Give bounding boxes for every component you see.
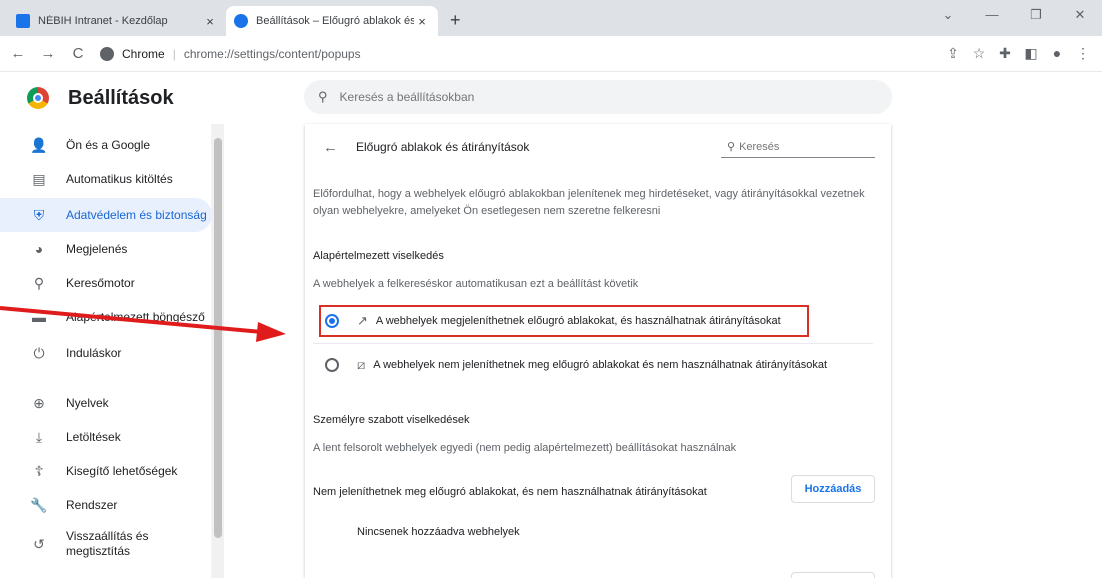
power-icon: ⏻ <box>33 344 45 361</box>
sidebar-item-label: Automatikus kitöltés <box>66 172 173 186</box>
accessibility-icon: ☦ <box>34 462 44 479</box>
wrench-icon: 🔧 <box>30 496 48 513</box>
restore-button[interactable]: ❐ <box>1014 0 1058 36</box>
sidebar-item-privacy[interactable]: ⛨ Adatvédelem és biztonság <box>0 198 212 232</box>
sidebar-item-label: Rendszer <box>66 498 118 512</box>
red-annotation-arrow-icon <box>0 306 286 342</box>
side-panel-icon[interactable]: ◧ <box>1018 45 1044 62</box>
search-input[interactable] <box>339 90 892 104</box>
description-text: Előfordulhat, hogy a webhelyek előugró a… <box>313 188 865 217</box>
globe-icon: ⊕ <box>33 394 45 411</box>
sidebar-item-label: Letöltések <box>66 430 121 444</box>
tab-title: NÉBIH Intranet - Kezdőlap <box>38 15 168 27</box>
menu-kebab-icon[interactable]: ⋮ <box>1070 45 1096 62</box>
subpage-title: Előugró ablakok és átirányítások <box>356 140 530 154</box>
window-controls: ⌄ — ❐ ✕ <box>926 0 1102 36</box>
close-icon[interactable]: × <box>414 14 430 29</box>
forward-button[interactable]: → <box>36 45 60 62</box>
minimize-button[interactable]: — <box>970 0 1014 36</box>
chrome-site-icon <box>100 46 114 61</box>
window-close-button[interactable]: ✕ <box>1058 0 1102 36</box>
search-icon: ⚲ <box>318 89 328 104</box>
tab-nebih-intranet[interactable]: NÉBIH Intranet - Kezdőlap × <box>8 6 226 36</box>
sidebar-item-label: Ön és a Google <box>66 138 151 152</box>
sidebar-item-label: Induláskor <box>66 346 122 360</box>
settings-search[interactable]: ⚲ <box>304 80 892 114</box>
sidebar-item-label: Megjelenés <box>66 242 128 256</box>
back-button[interactable]: ← <box>6 45 30 62</box>
tab-title: Beállítások – Előugró ablakok és… <box>256 15 414 27</box>
sidebar-item-label: Nyelvek <box>66 396 109 410</box>
sidebar-item-label: Kisegítő lehetőségek <box>66 464 178 478</box>
settings-gear-icon <box>234 14 248 28</box>
reload-button[interactable]: C <box>66 45 90 62</box>
sidebar-item-downloads[interactable]: ⤓ Letöltések <box>0 420 212 454</box>
custom-behavior-subtitle: A lent felsorolt webhelyek egyedi (nem p… <box>313 442 737 454</box>
download-icon: ⤓ <box>35 428 43 445</box>
restore-icon: ↺ <box>33 535 45 552</box>
card-header: ← Előugró ablakok és átirányítások ⚲ <box>305 124 891 170</box>
search-icon: ⚲ <box>33 274 45 291</box>
settings-header: Beállítások ⚲ <box>0 72 1102 124</box>
url-path: /content/popups <box>275 46 361 61</box>
profile-avatar-icon[interactable]: ● <box>1044 45 1070 62</box>
clipboard-icon: ▤ <box>32 170 46 187</box>
tab-search-icon[interactable]: ⌄ <box>926 0 970 36</box>
sidebar-scrollbar[interactable] <box>212 124 224 578</box>
custom-behavior-heading: Személyre szabott viselkedések <box>313 414 470 426</box>
chrome-logo-icon <box>27 87 49 109</box>
back-arrow-icon[interactable]: ← <box>323 139 338 156</box>
radio-button-unselected[interactable] <box>325 358 339 372</box>
sidebar-item-languages[interactable]: ⊕ Nyelvek <box>0 386 212 420</box>
tab-strip: NÉBIH Intranet - Kezdőlap × Beállítások … <box>0 0 1102 36</box>
sidebar-item-reset[interactable]: ↺ Visszaállítás és megtisztítás <box>0 524 212 564</box>
radio-option-block[interactable]: ⧄ A webhelyek nem jeleníthetnek meg előu… <box>313 344 873 386</box>
palette-icon: ◕ <box>34 241 44 257</box>
default-behavior-heading: Alapértelmezett viselkedés <box>313 250 444 262</box>
address-bar[interactable]: Chrome | chrome://settings /content/popu… <box>100 40 940 68</box>
toolbar-icons: ⇪ ☆ ✚ ◧ ● ⋮ <box>940 45 1096 62</box>
tab-settings[interactable]: Beállítások – Előugró ablakok és… × <box>226 6 438 36</box>
sidebar-item-system[interactable]: 🔧 Rendszer <box>0 488 212 522</box>
extensions-icon[interactable]: ✚ <box>992 45 1018 62</box>
sidebar-item-appearance[interactable]: ◕ Megjelenés <box>0 232 212 266</box>
sidebar-item-label: Visszaállítás és megtisztítás <box>66 529 149 558</box>
default-behavior-subtitle: A webhelyek a felkereséskor automatikusa… <box>313 278 639 290</box>
highlight-annotation-box <box>319 305 809 337</box>
nebih-favicon-icon <box>16 14 30 28</box>
blocked-sites-label: Nem jeleníthetnek meg előugró ablakokat,… <box>313 486 707 498</box>
sidebar-item-label: Adatvédelem és biztonság <box>66 208 207 222</box>
settings-sidebar: 👤 Ön és a Google ▤ Automatikus kitöltés … <box>0 124 212 578</box>
sidebar-item-accessibility[interactable]: ☦ Kisegítő lehetőségek <box>0 454 212 488</box>
popup-blocked-icon: ⧄ <box>357 357 366 372</box>
empty-list-text: Nincsenek hozzáadva webhelyek <box>357 526 520 538</box>
page-title: Beállítások <box>68 86 174 109</box>
shield-icon: ⛨ <box>33 206 45 223</box>
site-label: Chrome <box>122 46 165 61</box>
sidebar-item-label: Keresőmotor <box>66 276 135 290</box>
browser-toolbar: ← → C Chrome | chrome://settings /conten… <box>0 36 1102 72</box>
subpage-search[interactable]: ⚲ <box>721 136 875 158</box>
url-host: chrome://settings <box>183 46 276 61</box>
popups-settings-card: ← Előugró ablakok és átirányítások ⚲ Elő… <box>305 124 891 578</box>
add-site-button-peek[interactable] <box>791 572 875 578</box>
add-site-button[interactable]: Hozzáadás <box>791 475 875 503</box>
bookmark-star-icon[interactable]: ☆ <box>966 45 992 62</box>
omnibox-separator: | <box>172 46 176 61</box>
search-icon: ⚲ <box>727 141 736 153</box>
close-icon[interactable]: × <box>202 14 218 29</box>
sidebar-item-you-and-google[interactable]: 👤 Ön és a Google <box>0 128 212 162</box>
new-tab-button[interactable]: + <box>450 10 461 31</box>
share-icon[interactable]: ⇪ <box>940 45 966 62</box>
person-icon: 👤 <box>30 136 48 153</box>
subpage-search-input[interactable] <box>739 140 860 153</box>
sidebar-item-autofill[interactable]: ▤ Automatikus kitöltés <box>0 162 212 196</box>
sidebar-item-search-engine[interactable]: ⚲ Keresőmotor <box>0 266 212 300</box>
radio-option-label: A webhelyek nem jeleníthetnek meg előugr… <box>373 359 828 371</box>
